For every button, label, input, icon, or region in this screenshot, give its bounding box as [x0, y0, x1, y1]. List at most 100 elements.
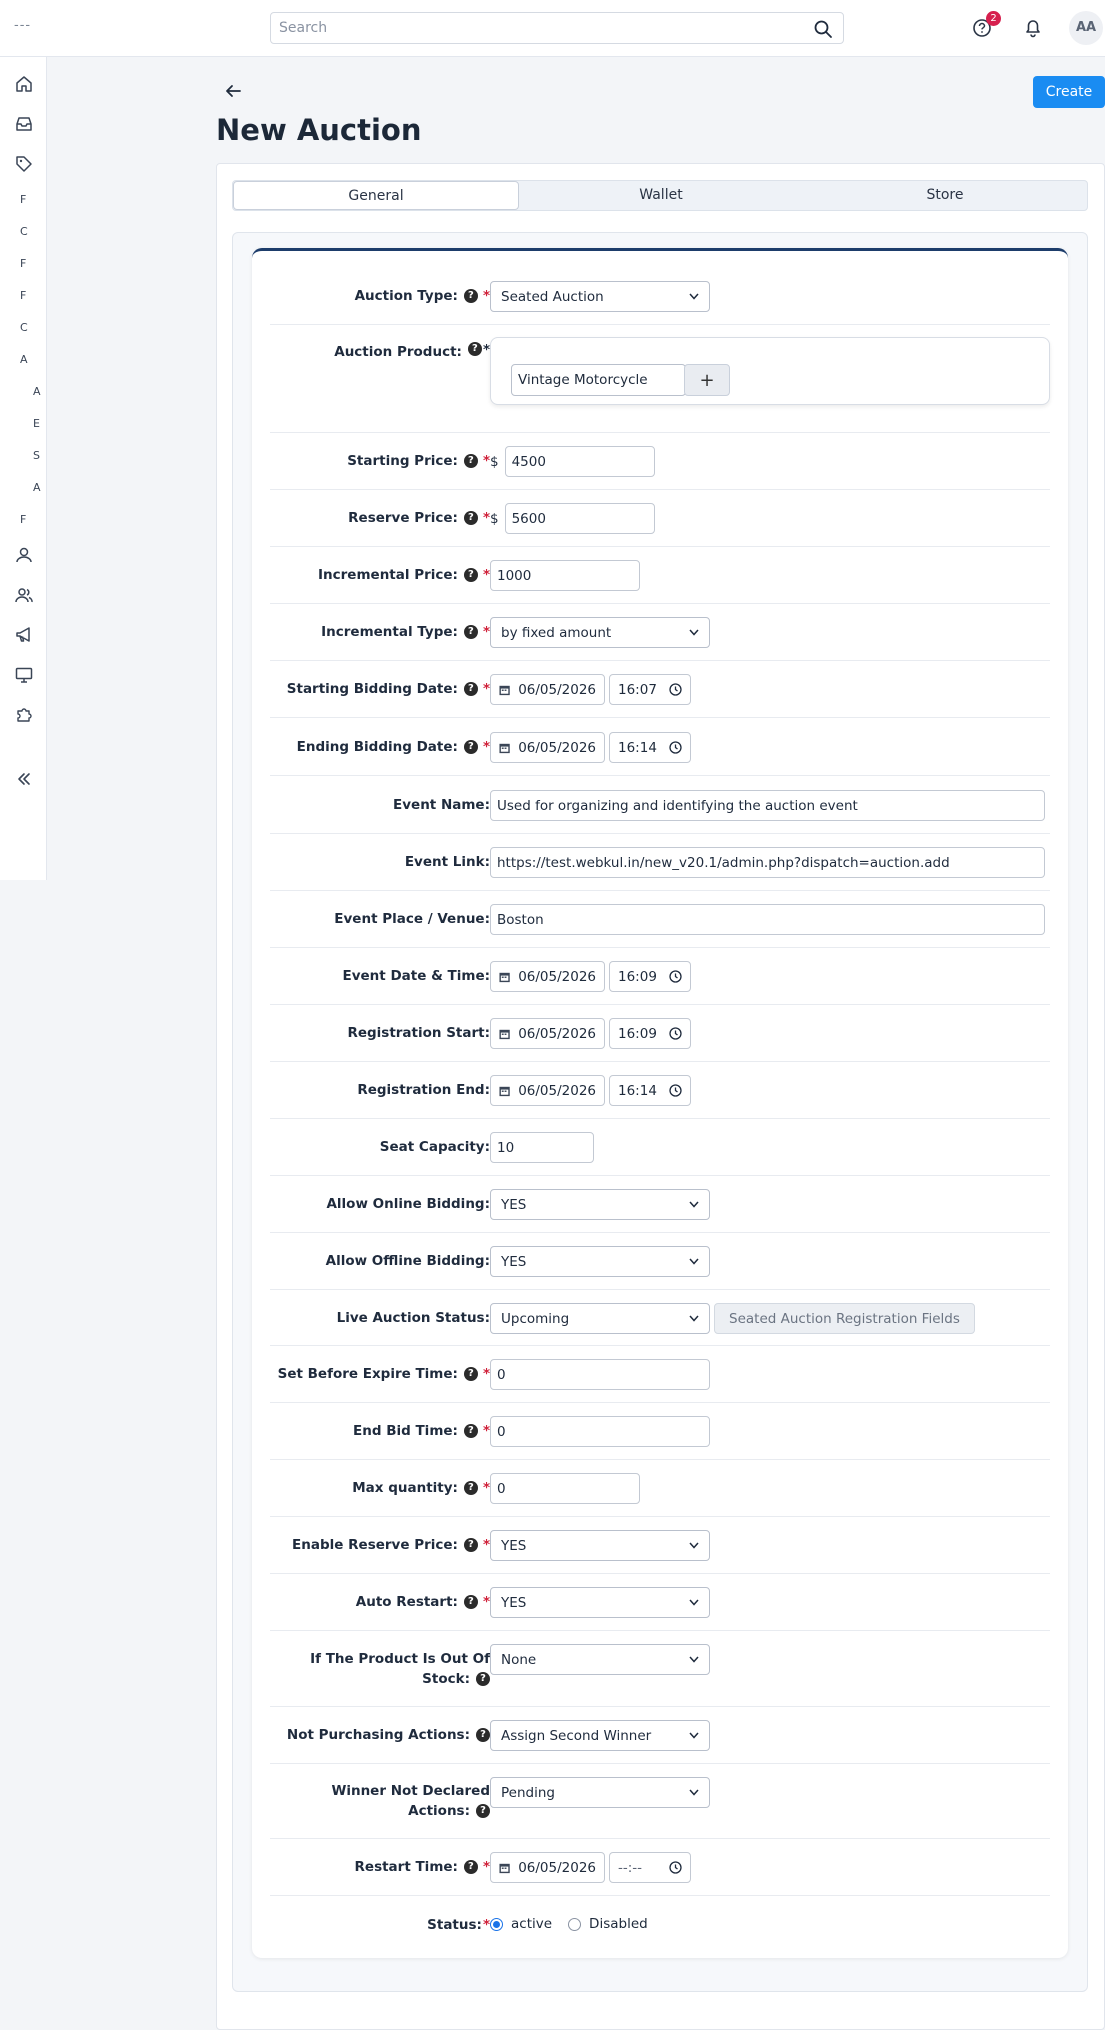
help-icon[interactable]: ?	[463, 1595, 478, 1609]
puzzle-icon[interactable]	[14, 705, 34, 725]
megaphone-icon[interactable]	[14, 625, 34, 645]
calendar-icon	[499, 1086, 510, 1096]
sidebar-subitem-label[interactable]: A	[33, 481, 41, 494]
search-box[interactable]	[270, 12, 844, 44]
help-icon[interactable]: ?	[463, 1367, 478, 1381]
seat-capacity-input[interactable]: 10	[490, 1132, 594, 1163]
chevron-down-icon	[689, 293, 699, 300]
date-input[interactable]: 06/05/2026	[490, 1075, 605, 1106]
avatar[interactable]: AA	[1069, 11, 1103, 45]
clock-icon	[669, 741, 682, 754]
tab-store[interactable]: Store	[803, 181, 1087, 210]
field-label: Set Before Expire Time: ? *	[277, 1366, 490, 1382]
reserve-price-input[interactable]: 5600	[504, 503, 655, 534]
required-mark: *	[482, 1537, 490, 1553]
inbox-icon[interactable]	[14, 114, 34, 134]
help-icon[interactable]: ?	[463, 289, 478, 303]
help-icon[interactable]: ?	[463, 625, 478, 639]
form-row-ending-bidding-date: Ending Bidding Date: ? * 06/05/2026 16:1…	[270, 718, 1050, 776]
time-input[interactable]: 16:09	[609, 1018, 691, 1049]
menu-dots[interactable]: ---	[14, 18, 31, 33]
event-name-input[interactable]: Used for organizing and identifying the …	[490, 790, 1045, 821]
auction-type-select[interactable]: Seated Auction	[490, 281, 710, 312]
sidebar-subitem-label[interactable]: A	[33, 385, 41, 398]
help-icon[interactable]: ?	[463, 1538, 478, 1552]
end-bid-time-input[interactable]: 0	[490, 1416, 710, 1447]
help-icon[interactable]: ?	[463, 739, 478, 754]
sidebar-item-label[interactable]: F	[20, 257, 26, 270]
help-center-button[interactable]: 2	[970, 11, 1001, 40]
search-icon[interactable]	[813, 19, 833, 39]
registration-fields-button[interactable]: Seated Auction Registration Fields	[714, 1303, 975, 1334]
sidebar-item-label[interactable]: C	[20, 225, 28, 238]
tab-general[interactable]: General	[233, 181, 519, 210]
date-input[interactable]: 06/05/2026	[490, 732, 605, 763]
before-expire-time-input[interactable]: 0	[490, 1359, 710, 1390]
event-place-input[interactable]: Boston	[490, 904, 1045, 935]
date-input[interactable]: 06/05/2026	[490, 1018, 605, 1049]
form-row-not-purchasing-actions: Not Purchasing Actions: ? Assign Second …	[270, 1707, 1050, 1764]
create-button[interactable]: Create	[1033, 76, 1105, 108]
collapse-sidebar-icon[interactable]	[14, 769, 34, 789]
help-icon[interactable]: ?	[463, 511, 478, 525]
sidebar-item-label[interactable]: C	[20, 321, 28, 334]
incremental-type-select[interactable]: by fixed amount	[490, 617, 710, 648]
help-icon[interactable]: ?	[463, 568, 478, 582]
time-input[interactable]: 16:07	[609, 674, 691, 705]
starting-price-input[interactable]: 4500	[504, 446, 655, 477]
field-label: Live Auction Status:	[336, 1309, 490, 1326]
time-input[interactable]: --:--	[609, 1852, 691, 1883]
time-input[interactable]: 16:14	[609, 1075, 691, 1106]
help-icon[interactable]: ?	[463, 1860, 478, 1874]
time-input[interactable]: 16:14	[609, 732, 691, 763]
incremental-price-input[interactable]: 1000	[490, 560, 640, 591]
tab-wallet[interactable]: Wallet	[519, 181, 803, 210]
back-arrow-icon[interactable]	[222, 80, 244, 102]
tag-icon[interactable]	[14, 154, 34, 174]
not-purchasing-actions-select[interactable]: Assign Second Winner	[490, 1720, 710, 1751]
monitor-icon[interactable]	[14, 665, 34, 685]
date-input[interactable]: 06/05/2026	[490, 674, 605, 705]
enable-reserve-price-select[interactable]: YES	[490, 1530, 710, 1561]
sidebar-subitem-label[interactable]: S	[33, 449, 40, 462]
sidebar-item-label[interactable]: A	[20, 353, 28, 366]
auto-restart-select[interactable]: YES	[490, 1587, 710, 1618]
event-link-input[interactable]: https://test.webkul.in/new_v20.1/admin.p…	[490, 847, 1045, 878]
field-label: Event Name:	[393, 796, 490, 813]
clock-icon	[669, 970, 682, 983]
help-icon[interactable]: ?	[476, 1728, 490, 1742]
selected-product[interactable]: Vintage Motorcycle	[511, 364, 686, 396]
help-icon[interactable]: ?	[476, 1671, 490, 1686]
help-icon[interactable]: ?	[463, 454, 478, 468]
time-input[interactable]: 16:09	[609, 961, 691, 992]
form-row-allow-online-bidding: Allow Online Bidding: YES	[270, 1176, 1050, 1233]
max-quantity-input[interactable]: 0	[490, 1473, 640, 1504]
radio-label[interactable]: active	[511, 1916, 552, 1932]
help-icon[interactable]: ?	[476, 1804, 490, 1818]
sidebar-subitem-label[interactable]: E	[33, 417, 40, 430]
sidebar-item-label[interactable]: F	[20, 289, 26, 302]
users-icon[interactable]	[14, 585, 34, 605]
radio-label[interactable]: Disabled	[589, 1916, 648, 1932]
notifications-button[interactable]	[1020, 14, 1046, 40]
allow-online-bidding-select[interactable]: YES	[490, 1189, 710, 1220]
date-input[interactable]: 06/05/2026	[490, 961, 605, 992]
status-active-radio[interactable]	[490, 1917, 503, 1931]
winner-not-declared-select[interactable]: Pending	[490, 1777, 710, 1808]
search-input[interactable]	[271, 13, 791, 43]
help-icon[interactable]: ?	[463, 1481, 478, 1495]
user-icon[interactable]	[14, 545, 34, 565]
help-icon[interactable]: ?	[467, 342, 482, 356]
sidebar-item-label[interactable]: F	[20, 513, 26, 526]
allow-offline-bidding-select[interactable]: YES	[490, 1246, 710, 1277]
form-row-event-datetime: Event Date & Time: 06/05/2026 16:09	[270, 948, 1050, 1005]
help-icon[interactable]: ?	[463, 682, 478, 696]
sidebar-item-label[interactable]: F	[20, 193, 26, 206]
live-auction-status-select[interactable]: Upcoming	[490, 1303, 710, 1334]
help-icon[interactable]: ?	[463, 1424, 478, 1438]
home-icon[interactable]	[14, 74, 34, 94]
date-input[interactable]: 06/05/2026	[490, 1852, 605, 1883]
status-disabled-radio[interactable]	[568, 1917, 582, 1931]
add-product-button[interactable]: +	[684, 364, 730, 396]
out-of-stock-select[interactable]: None	[490, 1644, 710, 1675]
